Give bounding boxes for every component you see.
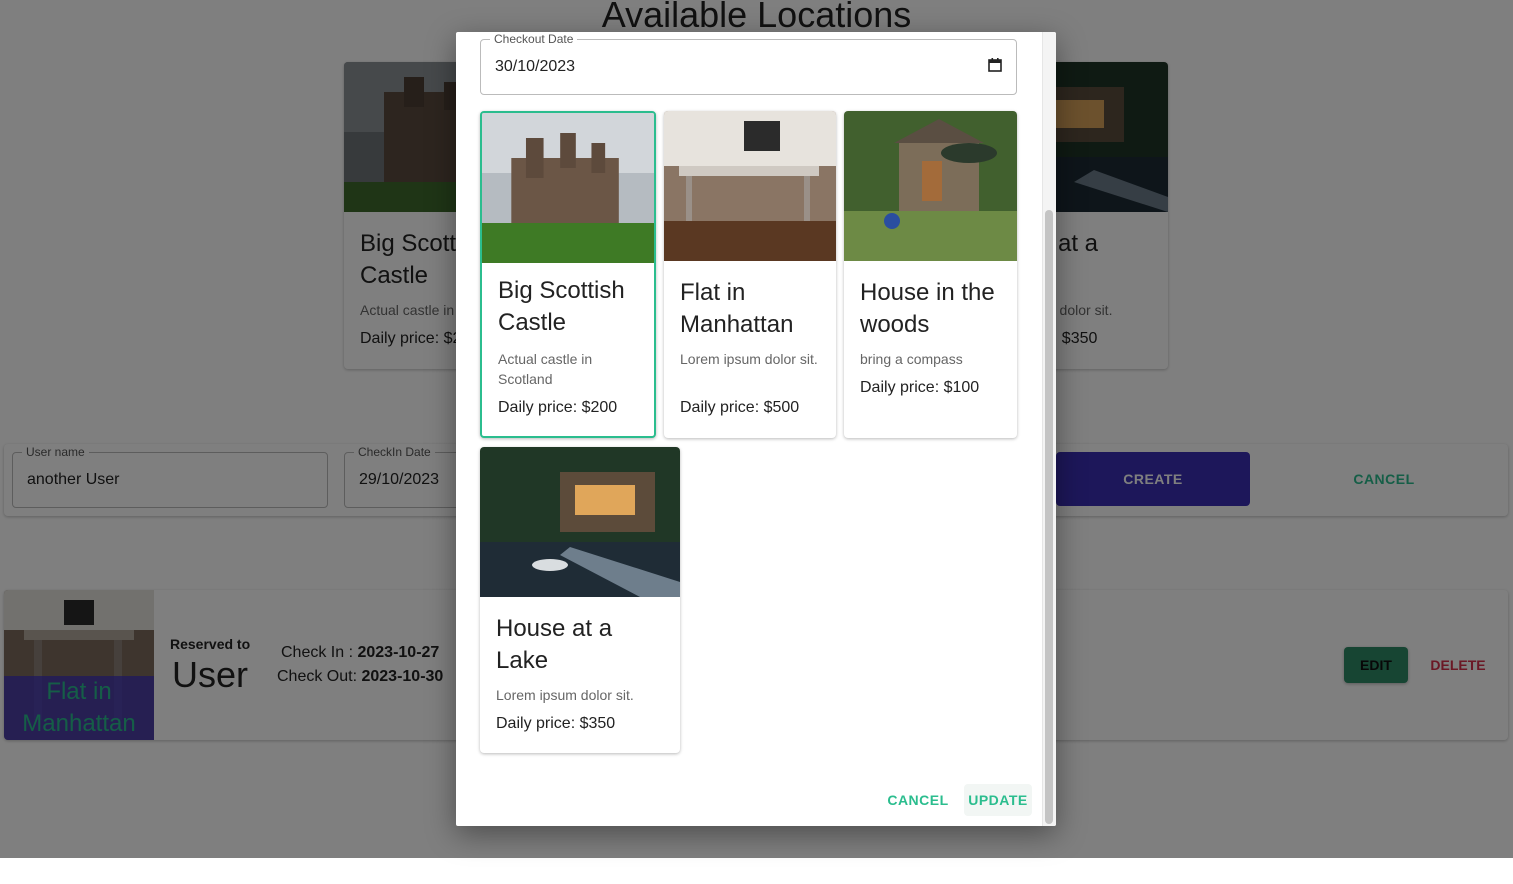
- woods-house-photo: [844, 111, 1017, 261]
- card-price: Daily price: $350: [496, 715, 616, 732]
- card-title: Flat in Manhattan: [680, 279, 794, 338]
- checkout-date-field[interactable]: Checkout Date 30/10/2023: [480, 32, 1017, 95]
- castle-photo: [482, 113, 654, 263]
- card-description: Lorem ipsum dolor sit.: [496, 687, 634, 703]
- card-description: Actual castle in Scotland: [498, 351, 593, 387]
- edit-reservation-dialog: Checkout Date 30/10/2023 Big Scottish Ca…: [456, 32, 1056, 826]
- checkout-date-value: 30/10/2023: [495, 58, 576, 75]
- dialog-scrollbar-thumb[interactable]: [1045, 210, 1053, 824]
- card-title: Big Scottish Castle: [498, 277, 625, 336]
- card-price: Daily price: $200: [498, 399, 618, 416]
- location-card-flat-in-manhattan[interactable]: Flat in Manhattan Lorem ipsum dolor sit.…: [664, 111, 836, 438]
- card-description: Lorem ipsum dolor sit.: [680, 351, 818, 367]
- lake-house-photo: [480, 447, 680, 597]
- dialog-cancel-button[interactable]: CANCEL: [884, 784, 952, 816]
- checkout-date-label: Checkout Date: [490, 32, 578, 46]
- dialog-update-button[interactable]: UPDATE: [964, 784, 1032, 816]
- card-price: Daily price: $500: [680, 399, 800, 416]
- card-title: House at a Lake: [496, 615, 613, 674]
- card-description: bring a compass: [860, 351, 963, 367]
- calendar-icon[interactable]: [988, 58, 1002, 72]
- flat-photo: [664, 111, 836, 261]
- location-card-big-scottish-castle[interactable]: Big Scottish Castle Actual castle in Sco…: [480, 111, 656, 438]
- card-title: House in the woods: [860, 279, 995, 338]
- card-price: Daily price: $100: [860, 379, 980, 396]
- location-card-house-at-a-lake[interactable]: House at a Lake Lorem ipsum dolor sit. D…: [480, 447, 680, 753]
- location-card-house-in-the-woods[interactable]: House in the woods bring a compass Daily…: [844, 111, 1017, 438]
